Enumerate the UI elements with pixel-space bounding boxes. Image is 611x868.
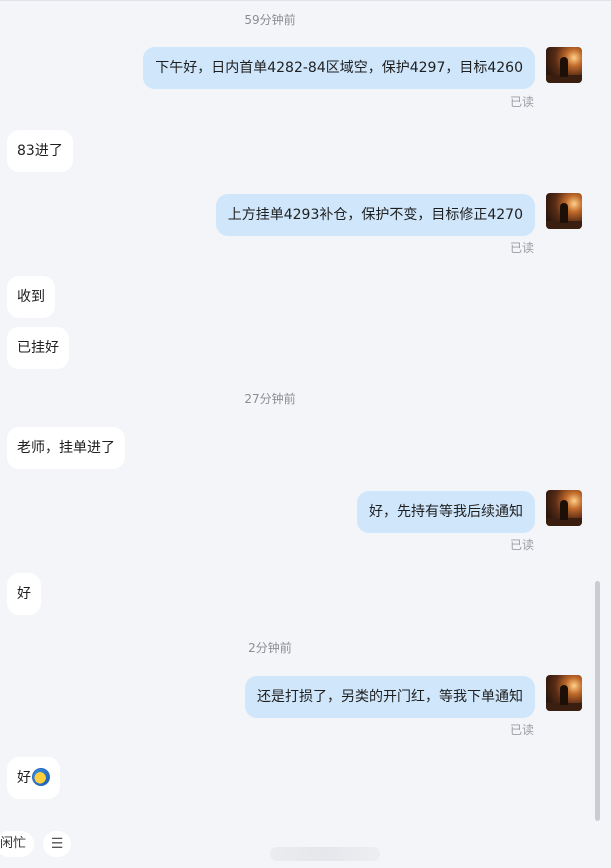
incoming-message[interactable]: 已挂好 [7,327,69,369]
outgoing-message[interactable]: 下午好，日内首单4282-84区域空，保护4297，目标4260 [143,47,535,89]
status-indicator[interactable]: 闲忙 [0,831,35,857]
read-receipt: 已读 [509,241,534,255]
input-area-placeholder [270,847,380,861]
incoming-message[interactable]: 老师，挂单进了 [7,427,125,469]
satellite-emoji-icon [32,768,50,786]
avatar[interactable] [546,193,582,229]
read-receipt: 已读 [509,95,534,109]
read-receipt: 已读 [509,538,534,552]
message-text: 好 [17,770,31,786]
avatar[interactable] [546,47,582,83]
read-receipt: 已读 [509,723,534,737]
incoming-message[interactable]: 好 [7,573,41,615]
timestamp: 59分钟前 [244,13,296,27]
menu-icon[interactable]: ☰ [43,831,71,857]
outgoing-message[interactable]: 上方挂单4293补仓，保护不变，目标修正4270 [215,194,535,236]
scrollbar[interactable] [595,581,600,821]
chat-window: 59分钟前 下午好，日内首单4282-84区域空，保护4297，目标4260 已… [0,0,611,868]
avatar[interactable] [546,490,582,526]
incoming-message[interactable]: 收到 [7,276,55,318]
outgoing-message[interactable]: 好，先持有等我后续通知 [357,491,535,533]
timestamp: 2分钟前 [248,641,292,655]
avatar[interactable] [546,675,582,711]
incoming-message[interactable]: 83进了 [7,130,73,172]
timestamp: 27分钟前 [244,392,296,406]
outgoing-message[interactable]: 还是打损了，另类的开门红，等我下单通知 [245,676,535,718]
incoming-message[interactable]: 好 [7,757,60,799]
